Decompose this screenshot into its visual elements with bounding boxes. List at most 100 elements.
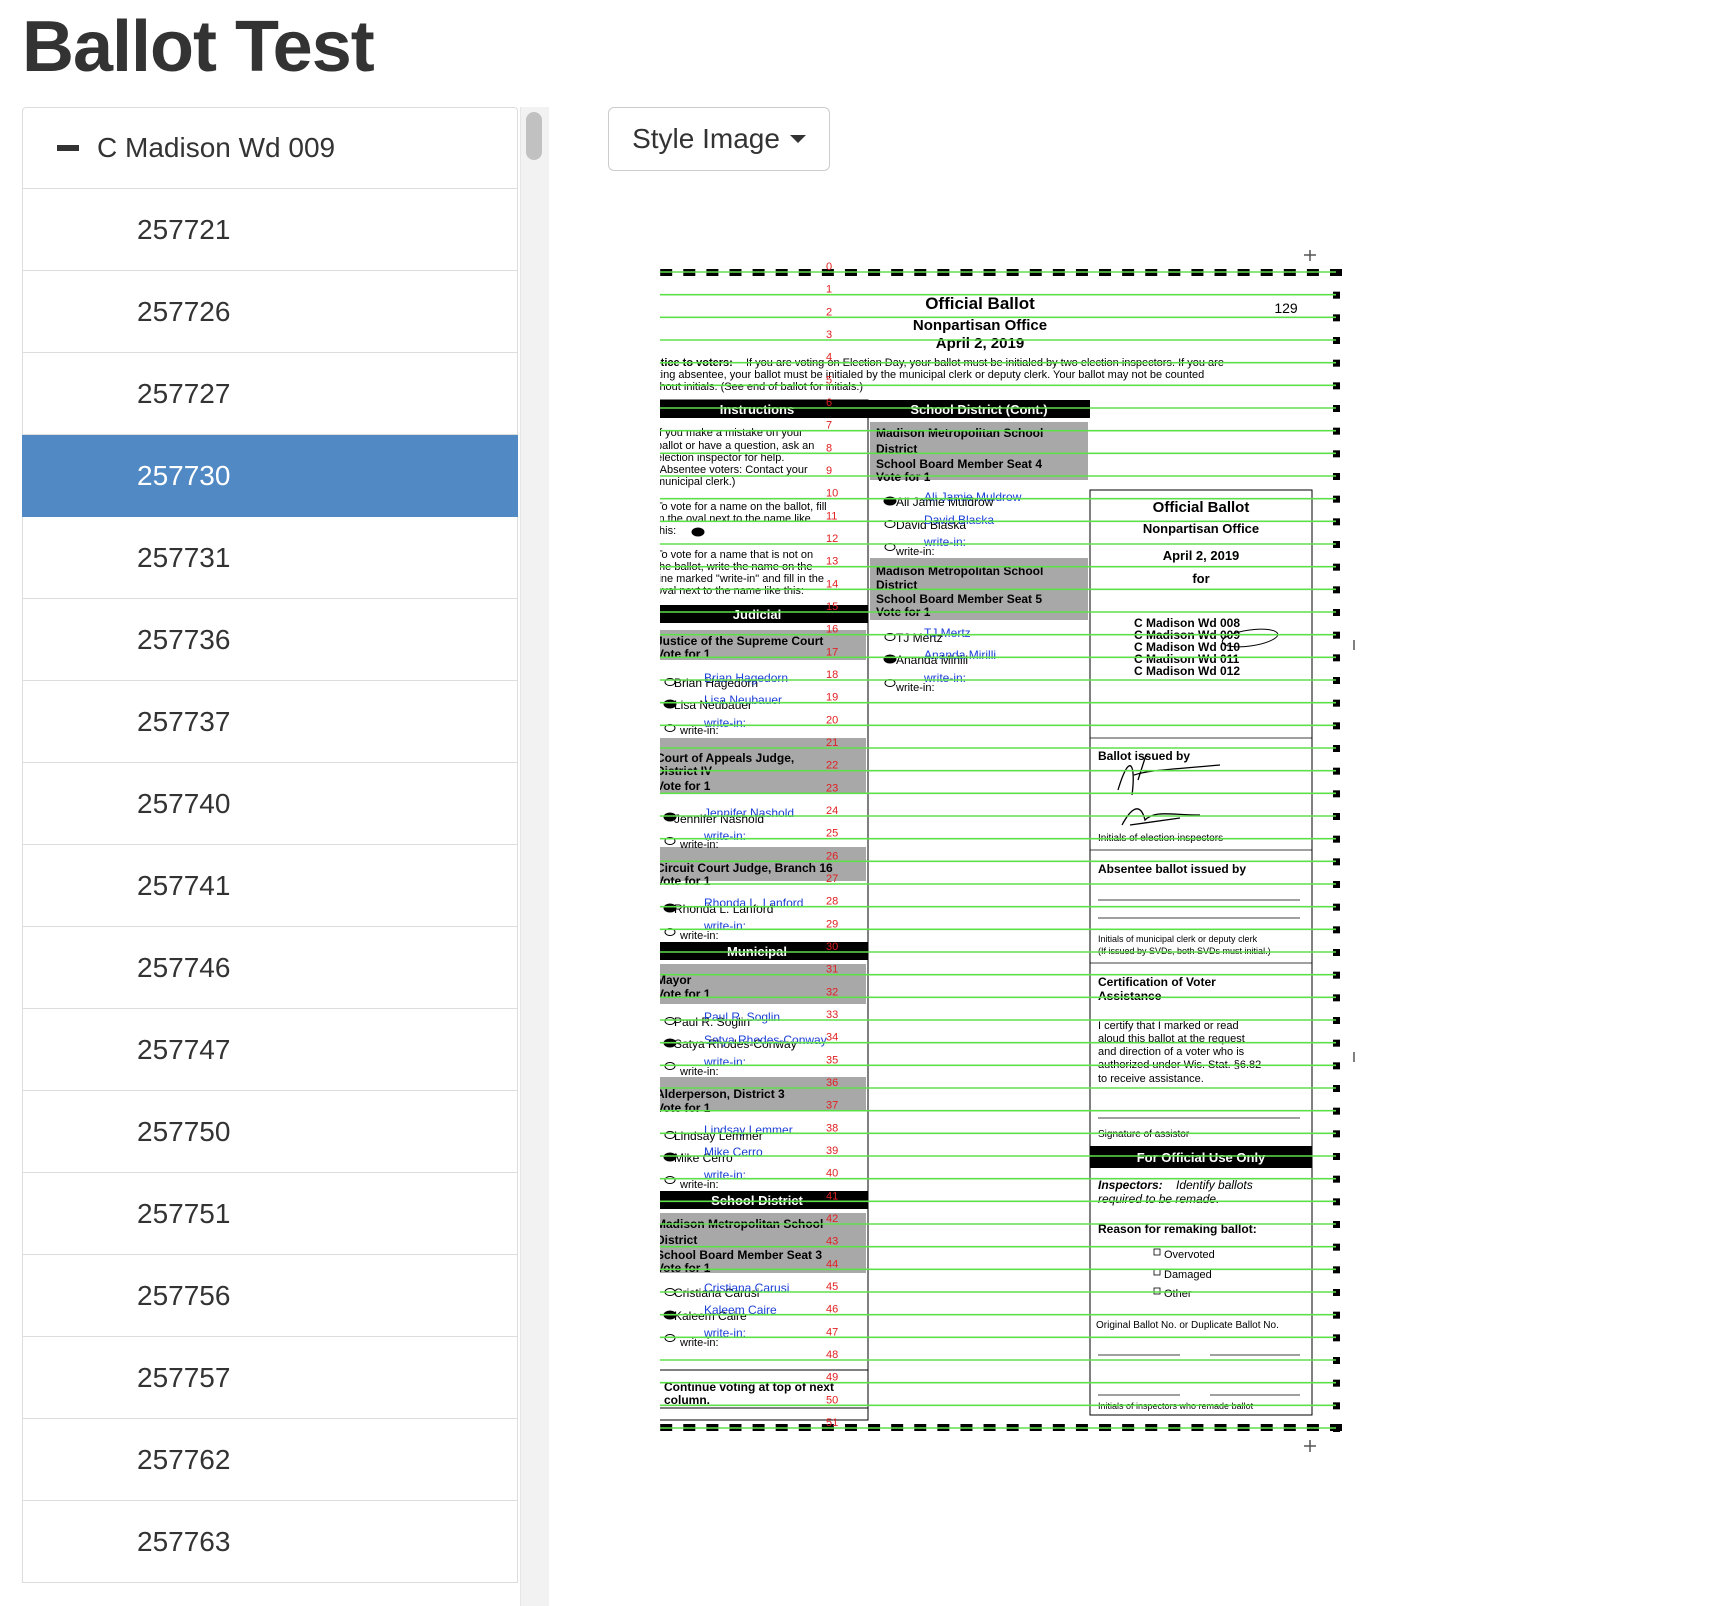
instructions-1-line-1: If you make a mistake on your (660, 427, 803, 439)
ali-muldrow-overlay: Ali Jamie Muldrow (924, 490, 1022, 504)
row-number-label: 36 (826, 1077, 838, 1089)
orig-dup-label: Original Ballot No. or Duplicate Ballot … (1096, 1320, 1279, 1331)
mmsd-title-line-2: District (660, 1233, 697, 1247)
ballot-list-item-label: 257740 (137, 787, 231, 819)
ballot-list-item-label: 257746 (137, 951, 231, 983)
alder-write-in-overlay: write-in: (703, 1168, 746, 1182)
ballot-list-item[interactable]: 257750 (22, 1091, 518, 1173)
circuit-title: Circuit Court Judge, Branch 16 (660, 861, 833, 875)
right-subtitle: Nonpartisan Office (1143, 521, 1259, 536)
row-number-label: 50 (826, 1394, 838, 1406)
page-title: Ballot Test (22, 7, 375, 87)
supreme-write-in-overlay: write-in: (703, 716, 746, 730)
caret-down-icon (789, 135, 806, 143)
right-title: Official Ballot (1153, 499, 1250, 516)
instructions-1-line-4: (Absentee voters: Contact your (660, 464, 808, 476)
mayor-write-in-overlay: write-in: (703, 1055, 746, 1069)
collapse-minus-icon[interactable] (57, 145, 79, 151)
ballot-list-item-label: 257750 (137, 1115, 231, 1147)
ballot-list-item[interactable]: 257726 (22, 271, 518, 353)
row-number-label: 34 (826, 1032, 838, 1044)
sidebar-scrollbar-thumb[interactable] (526, 112, 542, 160)
ballot-list-item[interactable]: 257721 (22, 189, 518, 271)
ballot-list-item[interactable]: 257763 (22, 1501, 518, 1583)
ward-group-header[interactable]: C Madison Wd 009 (22, 107, 518, 189)
row-number-label: 4 (826, 352, 832, 364)
inspectors-line-1: Identify ballots (1176, 1178, 1253, 1192)
ballot-list-item-label: 257756 (137, 1279, 231, 1311)
ballot-list-item[interactable]: 257762 (22, 1419, 518, 1501)
row-number-label: 6 (826, 397, 832, 409)
david-blaska-overlay: David Blaska (924, 513, 994, 527)
cristiana-carusi-overlay: Cristiana Carusi (704, 1281, 789, 1295)
sidebar-scrollbar[interactable] (520, 107, 549, 1606)
row-number-label: 12 (826, 533, 838, 545)
ballot-image-svg: Official Ballot Nonpartisan Office April… (660, 250, 1355, 1452)
row-number-label: 24 (826, 805, 838, 817)
row-number-label: 21 (826, 737, 838, 749)
ballot-list-item[interactable]: 257747 (22, 1009, 518, 1091)
absentee-issued-by: Absentee ballot issued by (1098, 862, 1246, 876)
right-for: for (1192, 571, 1209, 586)
ballot-list-item[interactable]: 257740 (22, 763, 518, 845)
ballot-title: Official Ballot (925, 294, 1035, 313)
ballot-list-item-label: 257741 (137, 869, 231, 901)
row-number-label: 44 (826, 1258, 838, 1270)
tj-mertz-overlay: TJ Mertz (924, 626, 971, 640)
empty-vote-oval (664, 1176, 676, 1184)
ballot-image: Official Ballot Nonpartisan Office April… (660, 250, 1500, 1600)
ballot-list-item[interactable]: 257727 (22, 353, 518, 435)
row-number-label: 33 (826, 1009, 838, 1021)
row-number-label: 22 (826, 760, 838, 772)
row-number-label: 38 (826, 1122, 838, 1134)
row-number-label: 7 (826, 420, 832, 432)
style-image-dropdown-button[interactable]: Style Image (608, 107, 830, 171)
satya-rhodes-conway-overlay: Satya Rhodes-Conway (704, 1033, 827, 1047)
seat3-vote-for: Vote for 1 (660, 1261, 711, 1275)
filled-vote-oval (663, 812, 677, 822)
certify-line-1: I certify that I marked or read (1098, 1020, 1239, 1032)
ballot-list-item[interactable]: 257730 (22, 435, 518, 517)
ballot-list-item[interactable]: 257737 (22, 681, 518, 763)
instructions-1-line-5: municipal clerk.) (660, 476, 735, 488)
right-date: April 2, 2019 (1163, 548, 1240, 563)
instructions-3-line-1: To vote for a name that is not on (660, 549, 813, 561)
seat4-title: School Board Member Seat 4 (876, 457, 1042, 471)
ballot-list-item[interactable]: 257741 (22, 845, 518, 927)
ballot-list-item[interactable]: 257736 (22, 599, 518, 681)
row-number-label: 25 (826, 828, 838, 840)
ballot-list-item[interactable]: 257746 (22, 927, 518, 1009)
row-number-label: 17 (826, 646, 838, 658)
seat3-title: School Board Member Seat 3 (660, 1248, 822, 1262)
mayor-vote-for: Vote for 1 (660, 987, 711, 1001)
instructions-2-line-1: To vote for a name on the ballot, fill (660, 501, 827, 513)
ward-group-label: C Madison Wd 009 (97, 132, 336, 163)
ballot-list-item[interactable]: 257751 (22, 1173, 518, 1255)
row-number-label: 45 (826, 1281, 838, 1293)
ballot-list-sidebar: C Madison Wd 009 257721 257726 257727 25773… (22, 107, 518, 1606)
row-number-label: 39 (826, 1145, 838, 1157)
school-cont-header: School District (Cont.) (910, 402, 1047, 417)
row-number-label: 27 (826, 873, 838, 885)
ballot-list-item-label: 257721 (137, 213, 231, 245)
instructions-2-line-3: this: (660, 525, 676, 537)
row-number-label: 3 (826, 329, 832, 341)
ballot-date: April 2, 2019 (936, 335, 1024, 352)
filled-vote-oval (663, 699, 677, 709)
lisa-neubauer-overlay: Lisa Neubauer (704, 693, 782, 707)
appeals-write-in-overlay: write-in: (703, 829, 746, 843)
ballot-list-item[interactable]: 257731 (22, 517, 518, 599)
row-number-label: 0 (826, 261, 832, 273)
row-number-label: 11 (826, 510, 837, 522)
row-number-label: 13 (826, 556, 838, 568)
row-number-label: 28 (826, 896, 838, 908)
row-number-label: 16 (826, 624, 838, 636)
ballot-list-item-label: 257757 (137, 1361, 231, 1393)
row-number-label: 9 (826, 465, 832, 477)
seat5-title: School Board Member Seat 5 (876, 592, 1042, 606)
row-number-label: 37 (826, 1100, 838, 1112)
lindsay-lemmer-overlay: Lindsay Lemmer (704, 1123, 793, 1137)
ballot-list-item[interactable]: 257757 (22, 1337, 518, 1419)
ballot-list-item[interactable]: 257756 (22, 1255, 518, 1337)
row-number-label: 10 (826, 488, 838, 500)
